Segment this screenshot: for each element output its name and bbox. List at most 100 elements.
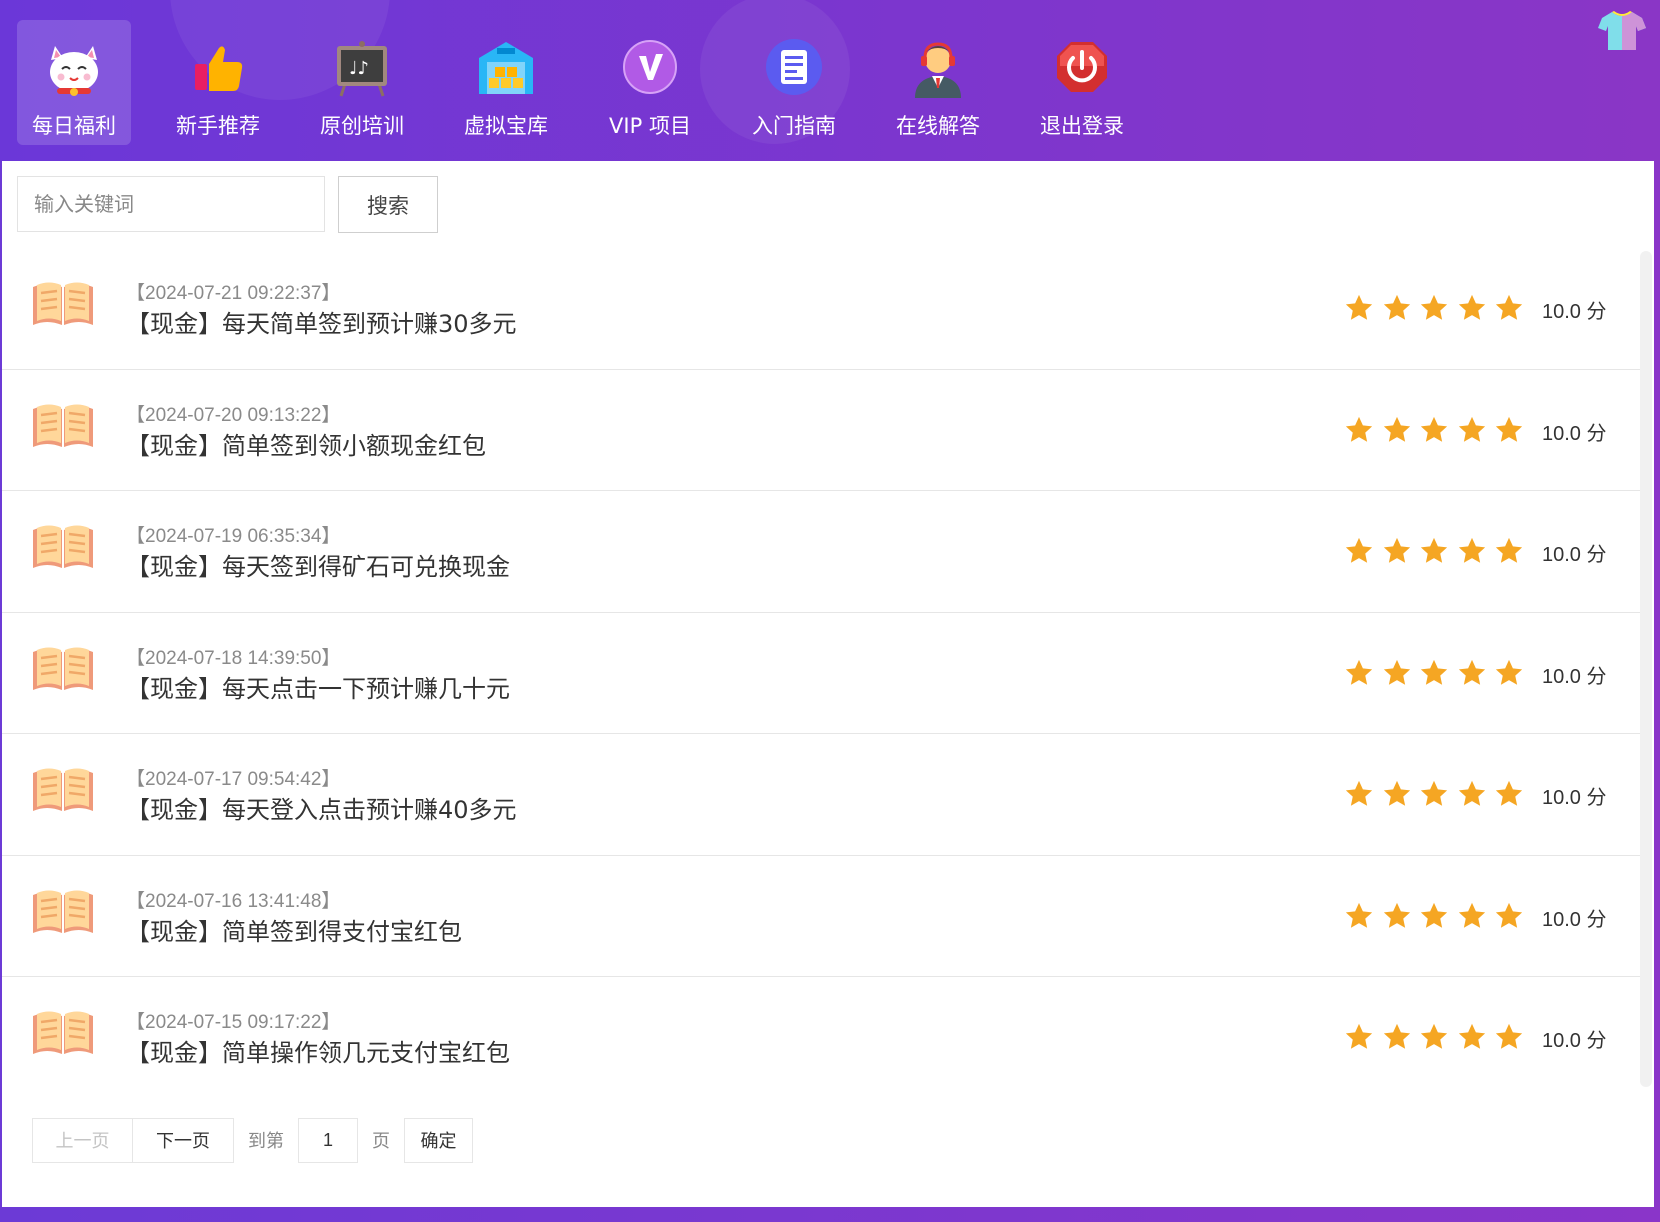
- confirm-page-button[interactable]: 确定: [404, 1117, 473, 1163]
- list-item[interactable]: 【2024-07-17 09:54:42】 【现金】每天登入点击预计赚40多元 10…: [2, 734, 1640, 856]
- open-book-icon: [31, 644, 95, 694]
- nav-label: 入门指南: [752, 114, 836, 138]
- page-number-input[interactable]: [298, 1117, 358, 1163]
- star-icon: [1344, 293, 1374, 323]
- nav-item-beginner-recommend[interactable]: 新手推荐: [161, 20, 275, 145]
- list-item[interactable]: 【2024-07-15 09:17:22】 【现金】简单操作领几元支付宝红包 10.…: [2, 977, 1640, 1099]
- item-score: 10.0 分: [1542, 1030, 1607, 1052]
- list-item[interactable]: 【2024-07-21 09:22:37】 【现金】每天简单签到预计赚30多元 10…: [2, 248, 1640, 370]
- star-icon: [1494, 1022, 1524, 1052]
- open-book-icon: [31, 279, 95, 329]
- star-icon: [1494, 779, 1524, 809]
- nav-item-beginner-guide[interactable]: 入门指南: [737, 20, 851, 145]
- nav-item-logout[interactable]: 退出登录: [1025, 20, 1139, 145]
- star-icon: [1382, 901, 1412, 931]
- item-date: 【2024-07-19 06:35:34】: [126, 526, 341, 547]
- item-title[interactable]: 【现金】每天点击一下预计赚几十元: [126, 669, 510, 704]
- list-item[interactable]: 【2024-07-20 09:13:22】 【现金】简单签到领小额现金红包 10.0…: [2, 370, 1640, 491]
- item-date: 【2024-07-15 09:17:22】: [126, 1012, 341, 1033]
- next-page-button[interactable]: 下一页: [133, 1117, 234, 1163]
- nav-bar: 每日福利 新手推荐 ♩♪ 原创培训 虚拟宝库 VIP 项目 入门指南 在线解答 …: [17, 20, 1169, 145]
- nav-item-original-training[interactable]: ♩♪ 原创培训: [305, 20, 419, 145]
- item-score: 10.0 分: [1542, 422, 1607, 445]
- open-book-icon: [31, 401, 95, 451]
- rating-stars: [1344, 293, 1532, 323]
- nav-label: 原创培训: [320, 114, 404, 138]
- star-icon: [1419, 901, 1449, 931]
- page-suffix-label: 页: [372, 1131, 390, 1152]
- star-icon: [1457, 1022, 1487, 1052]
- star-icon: [1344, 779, 1374, 809]
- lucky-cat-icon: [43, 36, 105, 98]
- item-date: 【2024-07-18 14:39:50】: [126, 647, 341, 669]
- star-icon: [1419, 293, 1449, 323]
- top-navigation: 每日福利 新手推荐 ♩♪ 原创培训 虚拟宝库 VIP 项目 入门指南 在线解答 …: [0, 0, 1660, 161]
- rating-stars: [1344, 536, 1532, 566]
- nav-label: 虚拟宝库: [464, 114, 548, 138]
- star-icon: [1382, 779, 1412, 809]
- star-icon: [1494, 293, 1524, 323]
- item-date: 【2024-07-20 09:13:22】: [126, 404, 341, 426]
- nav-label: 在线解答: [896, 114, 980, 138]
- open-book-icon: [31, 887, 95, 937]
- nav-label: 新手推荐: [176, 114, 260, 138]
- item-score: 10.0 分: [1542, 301, 1607, 323]
- list-item[interactable]: 【2024-07-19 06:35:34】 【现金】每天签到得矿石可兑换现金 10.…: [2, 491, 1640, 613]
- star-icon: [1344, 415, 1374, 445]
- star-icon: [1344, 1022, 1374, 1052]
- star-icon: [1457, 779, 1487, 809]
- rating-stars: [1344, 658, 1532, 688]
- search-input[interactable]: [17, 176, 325, 232]
- rating-stars: [1344, 779, 1532, 809]
- nav-label: 退出登录: [1040, 114, 1124, 138]
- rating-stars: [1344, 1022, 1532, 1052]
- star-icon: [1382, 415, 1412, 445]
- item-score: 10.0 分: [1542, 908, 1607, 931]
- star-icon: [1344, 536, 1374, 566]
- warehouse-icon: [475, 36, 537, 98]
- item-title[interactable]: 【现金】简单签到领小额现金红包: [126, 426, 486, 461]
- nav-item-vip-project[interactable]: VIP 项目: [593, 20, 707, 145]
- item-title[interactable]: 【现金】简单操作领几元支付宝红包: [126, 1033, 510, 1068]
- nav-item-daily-welfare[interactable]: 每日福利: [17, 20, 131, 145]
- power-icon: [1051, 36, 1113, 98]
- tshirt-icon[interactable]: [1598, 10, 1646, 52]
- scrollbar[interactable]: [1640, 251, 1652, 1087]
- svg-text:♩♪: ♩♪: [349, 58, 369, 79]
- star-icon: [1494, 415, 1524, 445]
- item-score: 10.0 分: [1542, 544, 1607, 566]
- star-icon: [1344, 901, 1374, 931]
- rating-stars: [1344, 415, 1532, 445]
- star-icon: [1457, 658, 1487, 688]
- star-icon: [1419, 536, 1449, 566]
- article-list: 【2024-07-21 09:22:37】 【现金】每天简单签到预计赚30多元 10…: [2, 248, 1640, 1099]
- star-icon: [1419, 658, 1449, 688]
- star-icon: [1382, 293, 1412, 323]
- star-icon: [1494, 658, 1524, 688]
- item-title[interactable]: 【现金】简单签到得支付宝红包: [126, 912, 462, 947]
- item-title[interactable]: 【现金】每天简单签到预计赚30多元: [126, 304, 517, 339]
- nav-item-virtual-treasury[interactable]: 虚拟宝库: [449, 20, 563, 145]
- item-date: 【2024-07-17 09:54:42】: [126, 769, 341, 790]
- star-icon: [1382, 536, 1412, 566]
- nav-item-online-answer[interactable]: 在线解答: [881, 20, 995, 145]
- list-item[interactable]: 【2024-07-16 13:41:48】 【现金】简单签到得支付宝红包 10.0 …: [2, 856, 1640, 977]
- customer-service-icon: [907, 36, 969, 98]
- list-item[interactable]: 【2024-07-18 14:39:50】 【现金】每天点击一下预计赚几十元 10.…: [2, 613, 1640, 734]
- rating-stars: [1344, 901, 1532, 931]
- star-icon: [1419, 415, 1449, 445]
- open-book-icon: [31, 765, 95, 815]
- star-icon: [1494, 536, 1524, 566]
- star-icon: [1457, 536, 1487, 566]
- open-book-icon: [31, 522, 95, 572]
- nav-label: 每日福利: [32, 114, 116, 138]
- item-date: 【2024-07-16 13:41:48】: [126, 890, 341, 912]
- item-title[interactable]: 【现金】每天签到得矿石可兑换现金: [126, 547, 510, 582]
- search-button[interactable]: 搜索: [338, 176, 438, 233]
- star-icon: [1457, 415, 1487, 445]
- item-title[interactable]: 【现金】每天登入点击预计赚40多元: [126, 790, 517, 825]
- prev-page-button[interactable]: 上一页: [32, 1117, 133, 1163]
- star-icon: [1382, 1022, 1412, 1052]
- item-date: 【2024-07-21 09:22:37】: [126, 283, 341, 304]
- document-icon: [763, 36, 825, 98]
